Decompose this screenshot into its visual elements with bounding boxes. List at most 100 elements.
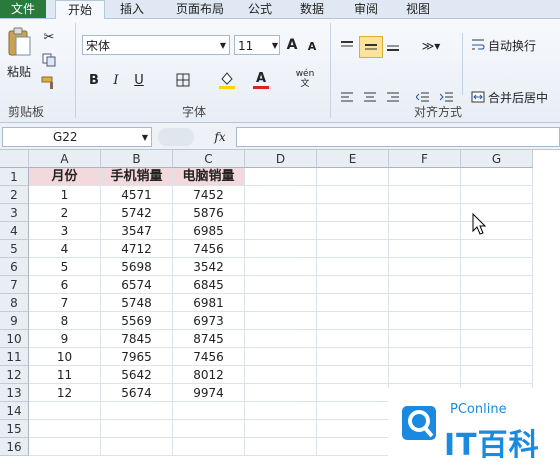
cell-f2[interactable] [389, 186, 461, 204]
insert-function-icon[interactable]: fx [210, 128, 230, 146]
cell-g5[interactable] [461, 240, 533, 258]
cell-c1[interactable]: 电脑销量 [173, 168, 245, 186]
cell-c13[interactable]: 9974 [173, 384, 245, 402]
cell-e5[interactable] [317, 240, 389, 258]
cell-g12[interactable] [461, 366, 533, 384]
tab-view[interactable]: 视图 [396, 0, 440, 18]
cell-d5[interactable] [245, 240, 317, 258]
cell-c12[interactable]: 8012 [173, 366, 245, 384]
cell-e8[interactable] [317, 294, 389, 312]
cell-f4[interactable] [389, 222, 461, 240]
cell-d6[interactable] [245, 258, 317, 276]
row-header-1[interactable]: 1 [0, 168, 29, 186]
cell-d1[interactable] [245, 168, 317, 186]
cell-e6[interactable] [317, 258, 389, 276]
cell-b11[interactable]: 7965 [101, 348, 173, 366]
tab-formulas[interactable]: 公式 [242, 0, 278, 18]
column-header-d[interactable]: D [245, 150, 317, 168]
cell-c11[interactable]: 7456 [173, 348, 245, 366]
cell-f10[interactable] [389, 330, 461, 348]
align-top-icon[interactable] [338, 37, 356, 55]
cell-g2[interactable] [461, 186, 533, 204]
row-header-9[interactable]: 9 [0, 312, 29, 330]
italic-button[interactable]: I [108, 71, 124, 89]
tab-review[interactable]: 审阅 [344, 0, 388, 18]
cell-e9[interactable] [317, 312, 389, 330]
tab-file[interactable]: 文件 [0, 0, 46, 18]
cell-b13[interactable]: 5674 [101, 384, 173, 402]
cell-g11[interactable] [461, 348, 533, 366]
merge-center-icon[interactable] [469, 87, 487, 107]
copy-icon[interactable] [40, 52, 58, 68]
cell-e16[interactable] [317, 438, 389, 456]
paste-button[interactable]: 粘贴 [2, 63, 36, 79]
row-header-8[interactable]: 8 [0, 294, 29, 312]
wrap-text-icon[interactable] [469, 35, 487, 55]
cell-f11[interactable] [389, 348, 461, 366]
align-right-icon[interactable] [384, 89, 402, 105]
cell-g7[interactable] [461, 276, 533, 294]
cell-a2[interactable]: 1 [29, 186, 101, 204]
column-header-b[interactable]: B [101, 150, 173, 168]
cell-e15[interactable] [317, 420, 389, 438]
column-header-c[interactable]: C [173, 150, 245, 168]
formula-input[interactable] [236, 127, 560, 147]
row-header-2[interactable]: 2 [0, 186, 29, 204]
cell-d11[interactable] [245, 348, 317, 366]
wrap-text-button[interactable]: 自动换行 [488, 35, 544, 55]
bold-button[interactable]: B [86, 71, 102, 89]
cell-e4[interactable] [317, 222, 389, 240]
cell-c7[interactable]: 6845 [173, 276, 245, 294]
cell-f1[interactable] [389, 168, 461, 186]
cell-a4[interactable]: 3 [29, 222, 101, 240]
cell-a12[interactable]: 11 [29, 366, 101, 384]
align-left-icon[interactable] [338, 89, 356, 105]
font-name-select[interactable]: 宋体 [82, 35, 230, 55]
cell-b12[interactable]: 5642 [101, 366, 173, 384]
align-center-icon[interactable] [361, 89, 379, 105]
cell-c3[interactable]: 5876 [173, 204, 245, 222]
cell-b9[interactable]: 5569 [101, 312, 173, 330]
cell-d4[interactable] [245, 222, 317, 240]
align-bottom-icon[interactable] [384, 37, 402, 55]
format-painter-icon[interactable] [40, 75, 58, 91]
cell-b4[interactable]: 3547 [101, 222, 173, 240]
cell-a10[interactable]: 9 [29, 330, 101, 348]
cell-a3[interactable]: 2 [29, 204, 101, 222]
cell-e10[interactable] [317, 330, 389, 348]
cell-d9[interactable] [245, 312, 317, 330]
cell-b15[interactable] [101, 420, 173, 438]
cell-a8[interactable]: 7 [29, 294, 101, 312]
cell-c8[interactable]: 6981 [173, 294, 245, 312]
cell-d8[interactable] [245, 294, 317, 312]
cell-f12[interactable] [389, 366, 461, 384]
tab-data[interactable]: 数据 [290, 0, 334, 18]
cell-f6[interactable] [389, 258, 461, 276]
font-color-icon[interactable]: A [250, 69, 272, 91]
row-header-6[interactable]: 6 [0, 258, 29, 276]
borders-icon[interactable] [172, 71, 194, 89]
row-header-13[interactable]: 13 [0, 384, 29, 402]
shrink-font-icon[interactable]: A [304, 37, 320, 55]
cell-c9[interactable]: 6973 [173, 312, 245, 330]
cell-d10[interactable] [245, 330, 317, 348]
cell-e11[interactable] [317, 348, 389, 366]
cell-c5[interactable]: 7456 [173, 240, 245, 258]
cell-d12[interactable] [245, 366, 317, 384]
row-header-4[interactable]: 4 [0, 222, 29, 240]
column-header-f[interactable]: F [389, 150, 461, 168]
cell-e1[interactable] [317, 168, 389, 186]
cell-g8[interactable] [461, 294, 533, 312]
cell-b2[interactable]: 4571 [101, 186, 173, 204]
tab-insert[interactable]: 插入 [110, 0, 154, 18]
cell-b1[interactable]: 手机销量 [101, 168, 173, 186]
select-all-corner[interactable] [0, 150, 29, 168]
cell-b16[interactable] [101, 438, 173, 456]
cell-d16[interactable] [245, 438, 317, 456]
cell-a14[interactable] [29, 402, 101, 420]
paste-icon[interactable] [4, 25, 34, 59]
underline-button[interactable]: U [130, 71, 148, 89]
cell-c4[interactable]: 6985 [173, 222, 245, 240]
cell-b3[interactable]: 5742 [101, 204, 173, 222]
cell-g9[interactable] [461, 312, 533, 330]
